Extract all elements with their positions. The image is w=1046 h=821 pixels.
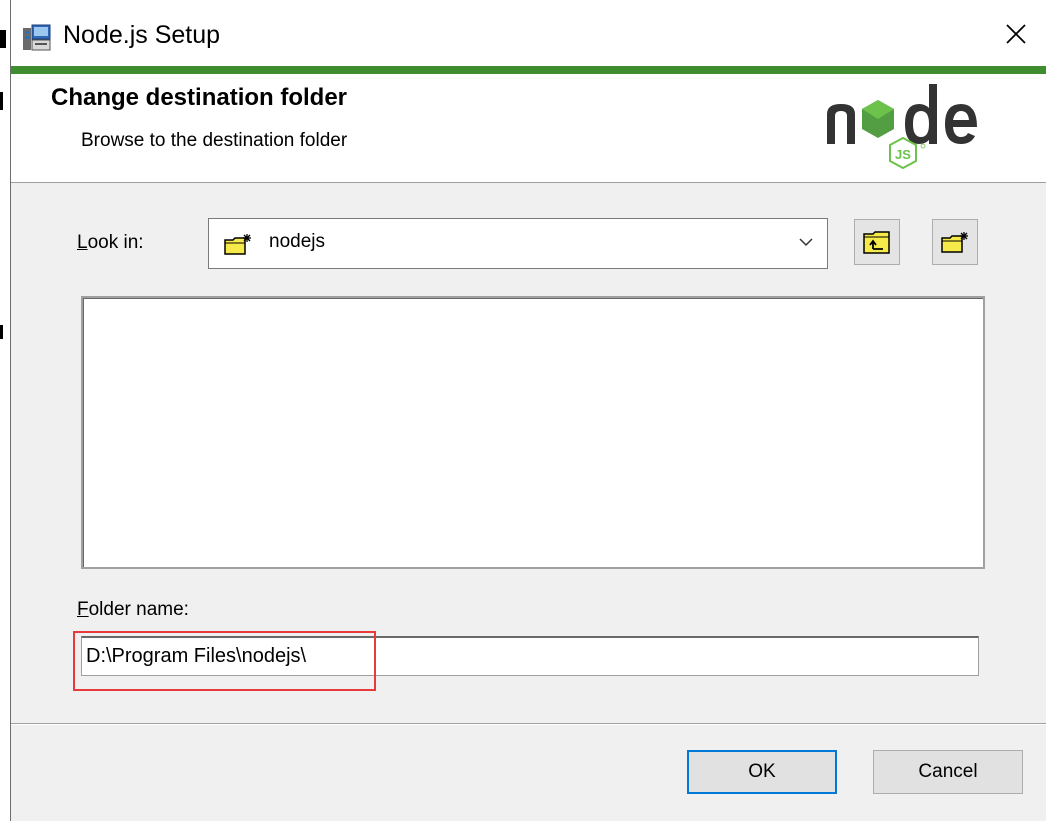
- background-window-fragment: [0, 92, 3, 110]
- logo-badge-text: JS: [895, 147, 911, 162]
- title-bar: Node.js Setup: [11, 0, 1046, 66]
- create-new-folder-button[interactable]: [932, 219, 978, 265]
- folder-name-label: Folder name:: [77, 599, 189, 621]
- nodejs-logo: JS: [827, 84, 977, 170]
- look-in-combobox[interactable]: nodejs: [208, 218, 828, 269]
- annotation-highlight-box: [73, 631, 376, 691]
- new-folder-icon: [941, 232, 968, 253]
- chevron-down-icon: [799, 238, 813, 247]
- background-window-fragment: [0, 30, 6, 48]
- screen: Node.js Setup Change destination folder …: [0, 0, 1046, 821]
- folder-name-label-text: older name:: [88, 599, 189, 620]
- cancel-button[interactable]: Cancel: [873, 750, 1023, 794]
- installer-icon: [23, 24, 51, 51]
- look-in-label: Look in:: [77, 232, 144, 254]
- close-icon: [1006, 24, 1026, 44]
- new-folder-icon: [224, 234, 251, 255]
- banner: Change destination folder Browse to the …: [11, 74, 1046, 183]
- look-in-label-access-key: L: [77, 232, 88, 253]
- folder-list[interactable]: [81, 296, 985, 569]
- folder-name-label-access-key: F: [77, 599, 89, 620]
- background-window-fragment: [0, 325, 3, 339]
- title-accent-bar: [11, 66, 1046, 74]
- page-title: Change destination folder: [51, 84, 348, 111]
- look-in-label-text: ook in:: [87, 232, 144, 253]
- look-in-value: nodejs: [269, 231, 325, 252]
- window-title: Node.js Setup: [63, 21, 221, 49]
- setup-dialog: Node.js Setup Change destination folder …: [10, 0, 1046, 821]
- close-button[interactable]: [986, 6, 1046, 62]
- page-subtitle: Browse to the destination folder: [81, 130, 348, 151]
- up-one-level-button[interactable]: [854, 219, 900, 265]
- folder-up-icon: [863, 231, 890, 254]
- ok-button[interactable]: OK: [687, 750, 837, 794]
- button-area-separator: [11, 723, 1046, 724]
